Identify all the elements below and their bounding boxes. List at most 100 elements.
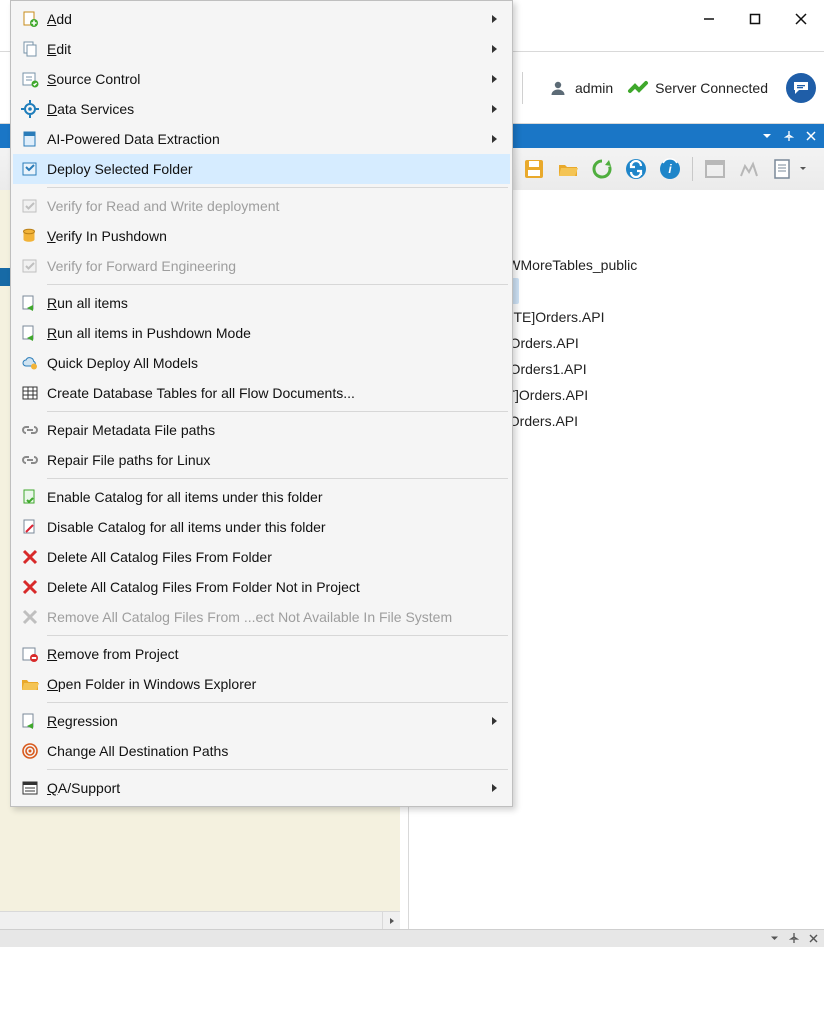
menu-item-label: Quick Deploy All Models [47,355,502,371]
menu-item: Verify for Read and Write deployment [13,191,510,221]
submenu-arrow-icon [488,132,502,146]
horizontal-scrollbar[interactable] [0,911,400,929]
maximize-icon [749,13,761,25]
menu-separator [47,284,508,285]
menu-item-label: Delete All Catalog Files From Folder [47,549,502,565]
menu-item[interactable]: Quick Deploy All Models [13,348,510,378]
submenu-arrow-icon [488,42,502,56]
run-icon [13,288,47,318]
run-icon [13,318,47,348]
menu-item[interactable]: Repair File paths for Linux [13,445,510,475]
menu-item-label: Run all items in Pushdown Mode [47,325,502,341]
menu-item[interactable]: Remove from Project [13,639,510,669]
menu-separator [47,478,508,479]
submenu-arrow-icon [488,12,502,26]
panel-toolbar-button[interactable] [701,155,729,183]
submenu-arrow-icon [488,714,502,728]
close-window-button[interactable] [778,4,824,34]
menu-item-label: Delete All Catalog Files From Folder Not… [47,579,502,595]
menu-item-label: Deploy Selected Folder [47,161,502,177]
menu-item[interactable]: Source Control [13,64,510,94]
menu-item[interactable]: Edit [13,34,510,64]
menu-item-label: Change All Destination Paths [47,743,502,759]
bottom-dropdown-button[interactable] [770,931,779,946]
menu-item[interactable]: Repair Metadata File paths [13,415,510,445]
open-folder-icon [557,158,579,180]
menu-item[interactable]: Open Folder in Windows Explorer [13,669,510,699]
remove-icon [13,639,47,669]
menu-item[interactable]: AI-Powered Data Extraction [13,124,510,154]
menu-item[interactable]: QA/Support [13,773,510,803]
menu-item[interactable]: Disable Catalog for all items under this… [13,512,510,542]
page-icon [773,158,793,180]
graph-toolbar-button[interactable] [735,155,763,183]
open-toolbar-button[interactable] [554,155,582,183]
menu-item[interactable]: Run all items in Pushdown Mode [13,318,510,348]
user-name: admin [575,80,613,96]
bottom-pin-button[interactable] [789,931,799,946]
catalog-off-icon [13,512,47,542]
db-icon [13,221,47,251]
menu-item[interactable]: Enable Catalog for all items under this … [13,482,510,512]
menu-item[interactable]: Delete All Catalog Files From Folder [13,542,510,572]
menu-item[interactable]: Verify In Pushdown [13,221,510,251]
link-icon [13,445,47,475]
bottom-close-button[interactable] [809,931,818,946]
sync-down-icon [624,157,648,181]
toolbar-separator [692,157,693,181]
verify-icon [13,251,47,281]
submenu-arrow-icon [488,102,502,116]
menu-item-label: Create Database Tables for all Flow Docu… [47,385,502,401]
deploy-icon [13,154,47,184]
chevron-down-icon [762,131,772,141]
plug-icon [625,79,651,97]
connection-status: Server Connected [655,80,768,96]
separator [522,72,523,104]
close-icon [806,131,816,141]
maximize-button[interactable] [732,4,778,34]
chat-button[interactable] [786,73,816,103]
menu-item[interactable]: Deploy Selected Folder [13,154,510,184]
minimize-button[interactable] [686,4,732,34]
refresh-toolbar-button[interactable] [588,155,616,183]
minimize-icon [703,13,715,25]
menu-item[interactable]: Change All Destination Paths [13,736,510,766]
menu-item[interactable]: Data Services [13,94,510,124]
save-toolbar-button[interactable] [520,155,548,183]
menu-item-label: AI-Powered Data Extraction [47,131,488,147]
menu-item[interactable]: Delete All Catalog Files From Folder Not… [13,572,510,602]
menu-separator [47,635,508,636]
sync-info-icon: i [658,157,682,181]
panel-pin-button[interactable] [782,129,796,143]
verify-icon [13,191,47,221]
menu-item-label: Add [47,11,488,27]
menu-item-label: Regression [47,713,488,729]
chat-icon [793,81,809,95]
panel-dropdown-button[interactable] [760,129,774,143]
link-icon [13,415,47,445]
menu-item[interactable]: Add [13,4,510,34]
vertical-dock-tab[interactable] [0,268,10,286]
menu-separator [47,411,508,412]
chevron-down-icon [770,934,779,943]
menu-item: Verify for Forward Engineering [13,251,510,281]
graph-icon [738,158,760,180]
close-icon [809,934,818,943]
pin-icon [789,933,799,943]
menu-item[interactable]: Create Database Tables for all Flow Docu… [13,378,510,408]
menu-item-label: Remove from Project [47,646,502,662]
page-dropdown[interactable] [799,165,807,173]
menu-item[interactable]: Regression [13,706,510,736]
menu-separator [47,702,508,703]
menu-item-label: Enable Catalog for all items under this … [47,489,502,505]
menu-item[interactable]: Run all items [13,288,510,318]
sync-info-toolbar-button[interactable]: i [656,155,684,183]
sync-down-toolbar-button[interactable] [622,155,650,183]
page-toolbar-button[interactable] [769,155,797,183]
refresh-icon [591,158,613,180]
close-icon [795,13,807,25]
scroll-right-button[interactable] [382,912,400,929]
panel-close-button[interactable] [804,129,818,143]
menu-item-label: Run all items [47,295,502,311]
menu-separator [47,187,508,188]
